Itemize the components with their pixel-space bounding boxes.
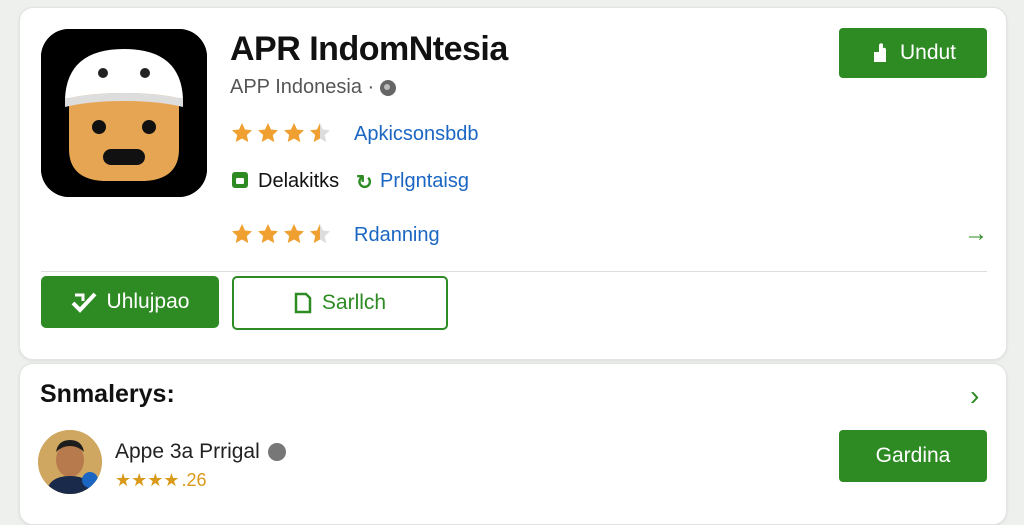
avatar: [38, 430, 102, 494]
app-icon-face: [41, 29, 207, 197]
star-icon: [232, 123, 252, 143]
star-icon: [284, 224, 304, 244]
category-label: Delakitks: [258, 170, 340, 192]
app-detail-card: APR IndomNtesia APP Indonesia · Apkicson…: [19, 7, 1007, 360]
star-rating: [230, 121, 332, 145]
review-rating: ★★★★ .26: [115, 470, 207, 491]
rating-details-link[interactable]: Rdanning: [354, 224, 440, 247]
half-star-icon: [310, 123, 330, 143]
hand-icon: [873, 43, 886, 62]
install-label: Undut: [899, 41, 957, 64]
review-action-button[interactable]: Gardina: [839, 430, 987, 482]
app-badge-icon: [232, 172, 248, 188]
review-author-name: Appe 3a Prrigal: [115, 440, 260, 463]
star-rating-secondary: [230, 222, 332, 246]
developer-label: APP Indonesia ·: [230, 76, 375, 98]
review-author: Appe 3a Prrigal: [115, 440, 286, 464]
secondary-action-button[interactable]: Sarllch: [232, 276, 448, 330]
star-icon: [284, 123, 304, 143]
star-icon: [258, 123, 278, 143]
star-icon: [258, 224, 278, 244]
globe-icon: [380, 79, 397, 96]
secondary-action-label: Sarllch: [321, 291, 387, 314]
chevron-right-icon[interactable]: ›: [970, 380, 979, 412]
section-title: Snmalerys:: [40, 380, 175, 408]
check-tag-icon: [71, 292, 97, 313]
refresh-icon: ↻: [356, 172, 373, 194]
category-link[interactable]: Prlgntaisg: [380, 170, 469, 193]
half-star-icon: [310, 224, 330, 244]
star-icon: [232, 224, 252, 244]
review-stars: ★★★★: [115, 470, 180, 490]
primary-action-label: Uhlujpao: [106, 290, 190, 313]
app-icon: [41, 29, 207, 197]
review-rating-value: .26: [181, 470, 207, 490]
install-button[interactable]: Undut: [839, 28, 987, 78]
developer-name[interactable]: APP Indonesia ·: [230, 76, 397, 99]
globe-icon: [267, 443, 286, 461]
reviews-card: Snmalerys: › Appe 3a Prrigal ★★★★ .26 Ga…: [19, 363, 1007, 525]
review-action-label: Gardina: [875, 444, 951, 467]
avatar-image: [38, 430, 102, 494]
app-title: APR IndomNtesia: [230, 30, 508, 68]
document-icon: [294, 292, 312, 314]
arrow-right-icon[interactable]: →: [964, 220, 988, 248]
primary-action-button[interactable]: Uhlujpao: [41, 276, 219, 328]
divider: [41, 271, 987, 272]
ratings-link[interactable]: Apkicsonsbdb: [354, 123, 479, 146]
